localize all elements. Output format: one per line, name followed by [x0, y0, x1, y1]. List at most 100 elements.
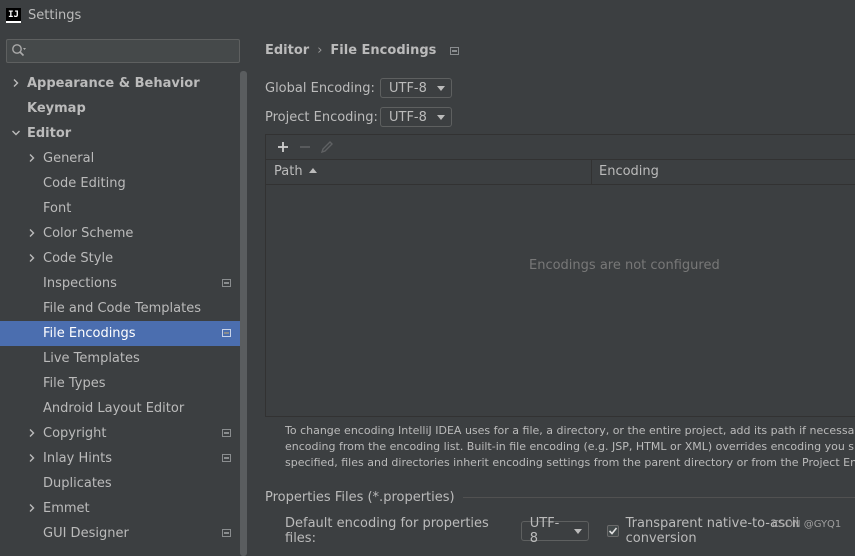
- breadcrumb-current: File Encodings: [330, 43, 437, 58]
- project-level-icon: [222, 529, 231, 537]
- sidebar-item-label: Android Layout Editor: [43, 401, 185, 416]
- sidebar-item-copyright[interactable]: Copyright: [0, 421, 240, 446]
- column-divider[interactable]: [591, 160, 592, 184]
- sidebar-item-label: GUI Designer: [43, 526, 129, 541]
- sidebar-item-appearance-behavior[interactable]: Appearance & Behavior: [0, 71, 240, 96]
- settings-content: Editor › File Encodings Global Encoding:…: [248, 30, 855, 546]
- remove-button[interactable]: [294, 137, 316, 157]
- help-line: To change encoding IntelliJ IDEA uses fo…: [285, 424, 855, 437]
- project-level-icon: [222, 429, 231, 437]
- project-level-icon: [222, 329, 231, 337]
- sidebar-item-duplicates[interactable]: Duplicates: [0, 471, 240, 496]
- chevron-right-icon[interactable]: [27, 428, 37, 438]
- chevron-down-icon[interactable]: [11, 128, 21, 138]
- global-encoding-row: Global Encoding: UTF-8: [265, 78, 452, 98]
- title-bar: IJ Settings: [0, 0, 855, 30]
- checkmark-icon: [608, 527, 617, 535]
- sidebar-item-emmet[interactable]: Emmet: [0, 496, 240, 521]
- sidebar-item-label: Color Scheme: [43, 226, 134, 241]
- sidebar-item-label: File Encodings: [43, 326, 136, 341]
- sidebar-item-label: Keymap: [27, 101, 86, 116]
- global-encoding-dropdown[interactable]: UTF-8: [380, 78, 452, 98]
- sidebar-item-label: Appearance & Behavior: [27, 76, 200, 91]
- add-button[interactable]: [272, 137, 294, 157]
- help-line: encoding from the encoding list. Built-i…: [285, 440, 855, 453]
- dropdown-arrow-icon: [573, 528, 582, 534]
- column-header-path[interactable]: Path: [274, 160, 317, 184]
- transparent-conversion-checkbox[interactable]: [606, 525, 619, 537]
- settings-sidebar: Appearance & Behavior Keymap Editor General…: [0, 30, 248, 556]
- chevron-right-icon[interactable]: [27, 153, 37, 163]
- column-header-path-label: Path: [274, 164, 303, 179]
- plus-icon: [278, 142, 288, 152]
- sidebar-item-gui-designer[interactable]: GUI Designer: [0, 521, 240, 546]
- sidebar-item-code-editing[interactable]: Code Editing: [0, 171, 240, 196]
- sidebar-item-label: General: [43, 151, 95, 166]
- minus-icon: [300, 146, 310, 148]
- sidebar-item-file-and-code-templates[interactable]: File and Code Templates: [0, 296, 240, 321]
- sidebar-item-label: Editor: [27, 126, 72, 141]
- project-level-icon: [222, 454, 231, 462]
- sidebar-item-android-layout-editor[interactable]: Android Layout Editor: [0, 396, 240, 421]
- sidebar-item-general[interactable]: General: [0, 146, 240, 171]
- pencil-icon: [320, 141, 333, 154]
- breadcrumb: Editor › File Encodings: [265, 43, 460, 58]
- global-encoding-value: UTF-8: [389, 80, 427, 96]
- dropdown-arrow-icon: [436, 114, 445, 120]
- help-text: To change encoding IntelliJ IDEA uses fo…: [285, 423, 855, 471]
- sidebar-item-label: File and Code Templates: [43, 301, 201, 316]
- table-toolbar: [266, 135, 855, 160]
- sidebar-item-label: Font: [43, 201, 72, 216]
- watermark: CSDN @GYQ1: [772, 519, 842, 530]
- window-title: Settings: [28, 7, 82, 23]
- sidebar-item-label: Live Templates: [43, 351, 140, 366]
- help-line: specified, files and directories inherit…: [285, 456, 855, 469]
- sidebar-item-keymap[interactable]: Keymap: [0, 96, 240, 121]
- project-level-icon: [450, 46, 460, 55]
- chevron-right-icon[interactable]: [27, 503, 37, 513]
- sidebar-item-label: Inspections: [43, 276, 117, 291]
- dropdown-arrow-icon: [436, 85, 445, 91]
- chevron-right-icon[interactable]: [27, 228, 37, 238]
- encodings-table: Path Encoding Encodings are not configur…: [265, 134, 855, 417]
- sidebar-scrollbar[interactable]: [240, 71, 247, 556]
- sidebar-item-label: File Types: [43, 376, 106, 391]
- edit-button[interactable]: [316, 137, 338, 157]
- properties-encoding-dropdown[interactable]: UTF-8: [520, 516, 589, 546]
- settings-tree: Appearance & Behavior Keymap Editor General…: [0, 71, 240, 546]
- section-divider: [462, 497, 855, 498]
- global-encoding-label: Global Encoding:: [265, 80, 375, 96]
- sidebar-item-live-templates[interactable]: Live Templates: [0, 346, 240, 371]
- project-encoding-row: Project Encoding: UTF-8: [265, 107, 452, 127]
- project-encoding-dropdown[interactable]: UTF-8: [380, 107, 452, 127]
- empty-table-message: Encodings are not configured: [529, 258, 720, 273]
- sidebar-item-inspections[interactable]: Inspections: [0, 271, 240, 296]
- properties-default-label: Default encoding for properties files:: [285, 516, 489, 546]
- project-encoding-value: UTF-8: [389, 109, 427, 125]
- sidebar-item-label: Copyright: [43, 426, 107, 441]
- sidebar-item-font[interactable]: Font: [0, 196, 240, 221]
- properties-encoding-value: UTF-8: [529, 516, 560, 546]
- chevron-right-icon[interactable]: [27, 453, 37, 463]
- chevron-right-icon[interactable]: [27, 253, 37, 263]
- properties-files-section: Properties Files (*.properties): [265, 490, 855, 505]
- settings-search-input[interactable]: [6, 39, 240, 63]
- column-header-encoding[interactable]: Encoding: [599, 160, 659, 184]
- project-encoding-label: Project Encoding:: [265, 109, 378, 125]
- table-header: Path Encoding: [266, 160, 855, 185]
- sidebar-item-label: Duplicates: [43, 476, 112, 491]
- sidebar-item-inlay-hints[interactable]: Inlay Hints: [0, 446, 240, 471]
- sidebar-item-editor[interactable]: Editor: [0, 121, 240, 146]
- sidebar-item-label: Code Editing: [43, 176, 126, 191]
- project-level-icon: [222, 279, 231, 287]
- breadcrumb-separator: ›: [317, 43, 323, 58]
- sidebar-item-file-encodings[interactable]: File Encodings: [0, 321, 240, 346]
- sidebar-item-code-style[interactable]: Code Style: [0, 246, 240, 271]
- section-title: Properties Files (*.properties): [265, 490, 455, 505]
- sidebar-item-file-types[interactable]: File Types: [0, 371, 240, 396]
- table-body[interactable]: Encodings are not configured: [266, 185, 855, 415]
- chevron-right-icon[interactable]: [11, 78, 21, 88]
- sidebar-item-color-scheme[interactable]: Color Scheme: [0, 221, 240, 246]
- breadcrumb-parent[interactable]: Editor: [265, 43, 309, 58]
- properties-encoding-row: Default encoding for properties files: U…: [285, 516, 855, 546]
